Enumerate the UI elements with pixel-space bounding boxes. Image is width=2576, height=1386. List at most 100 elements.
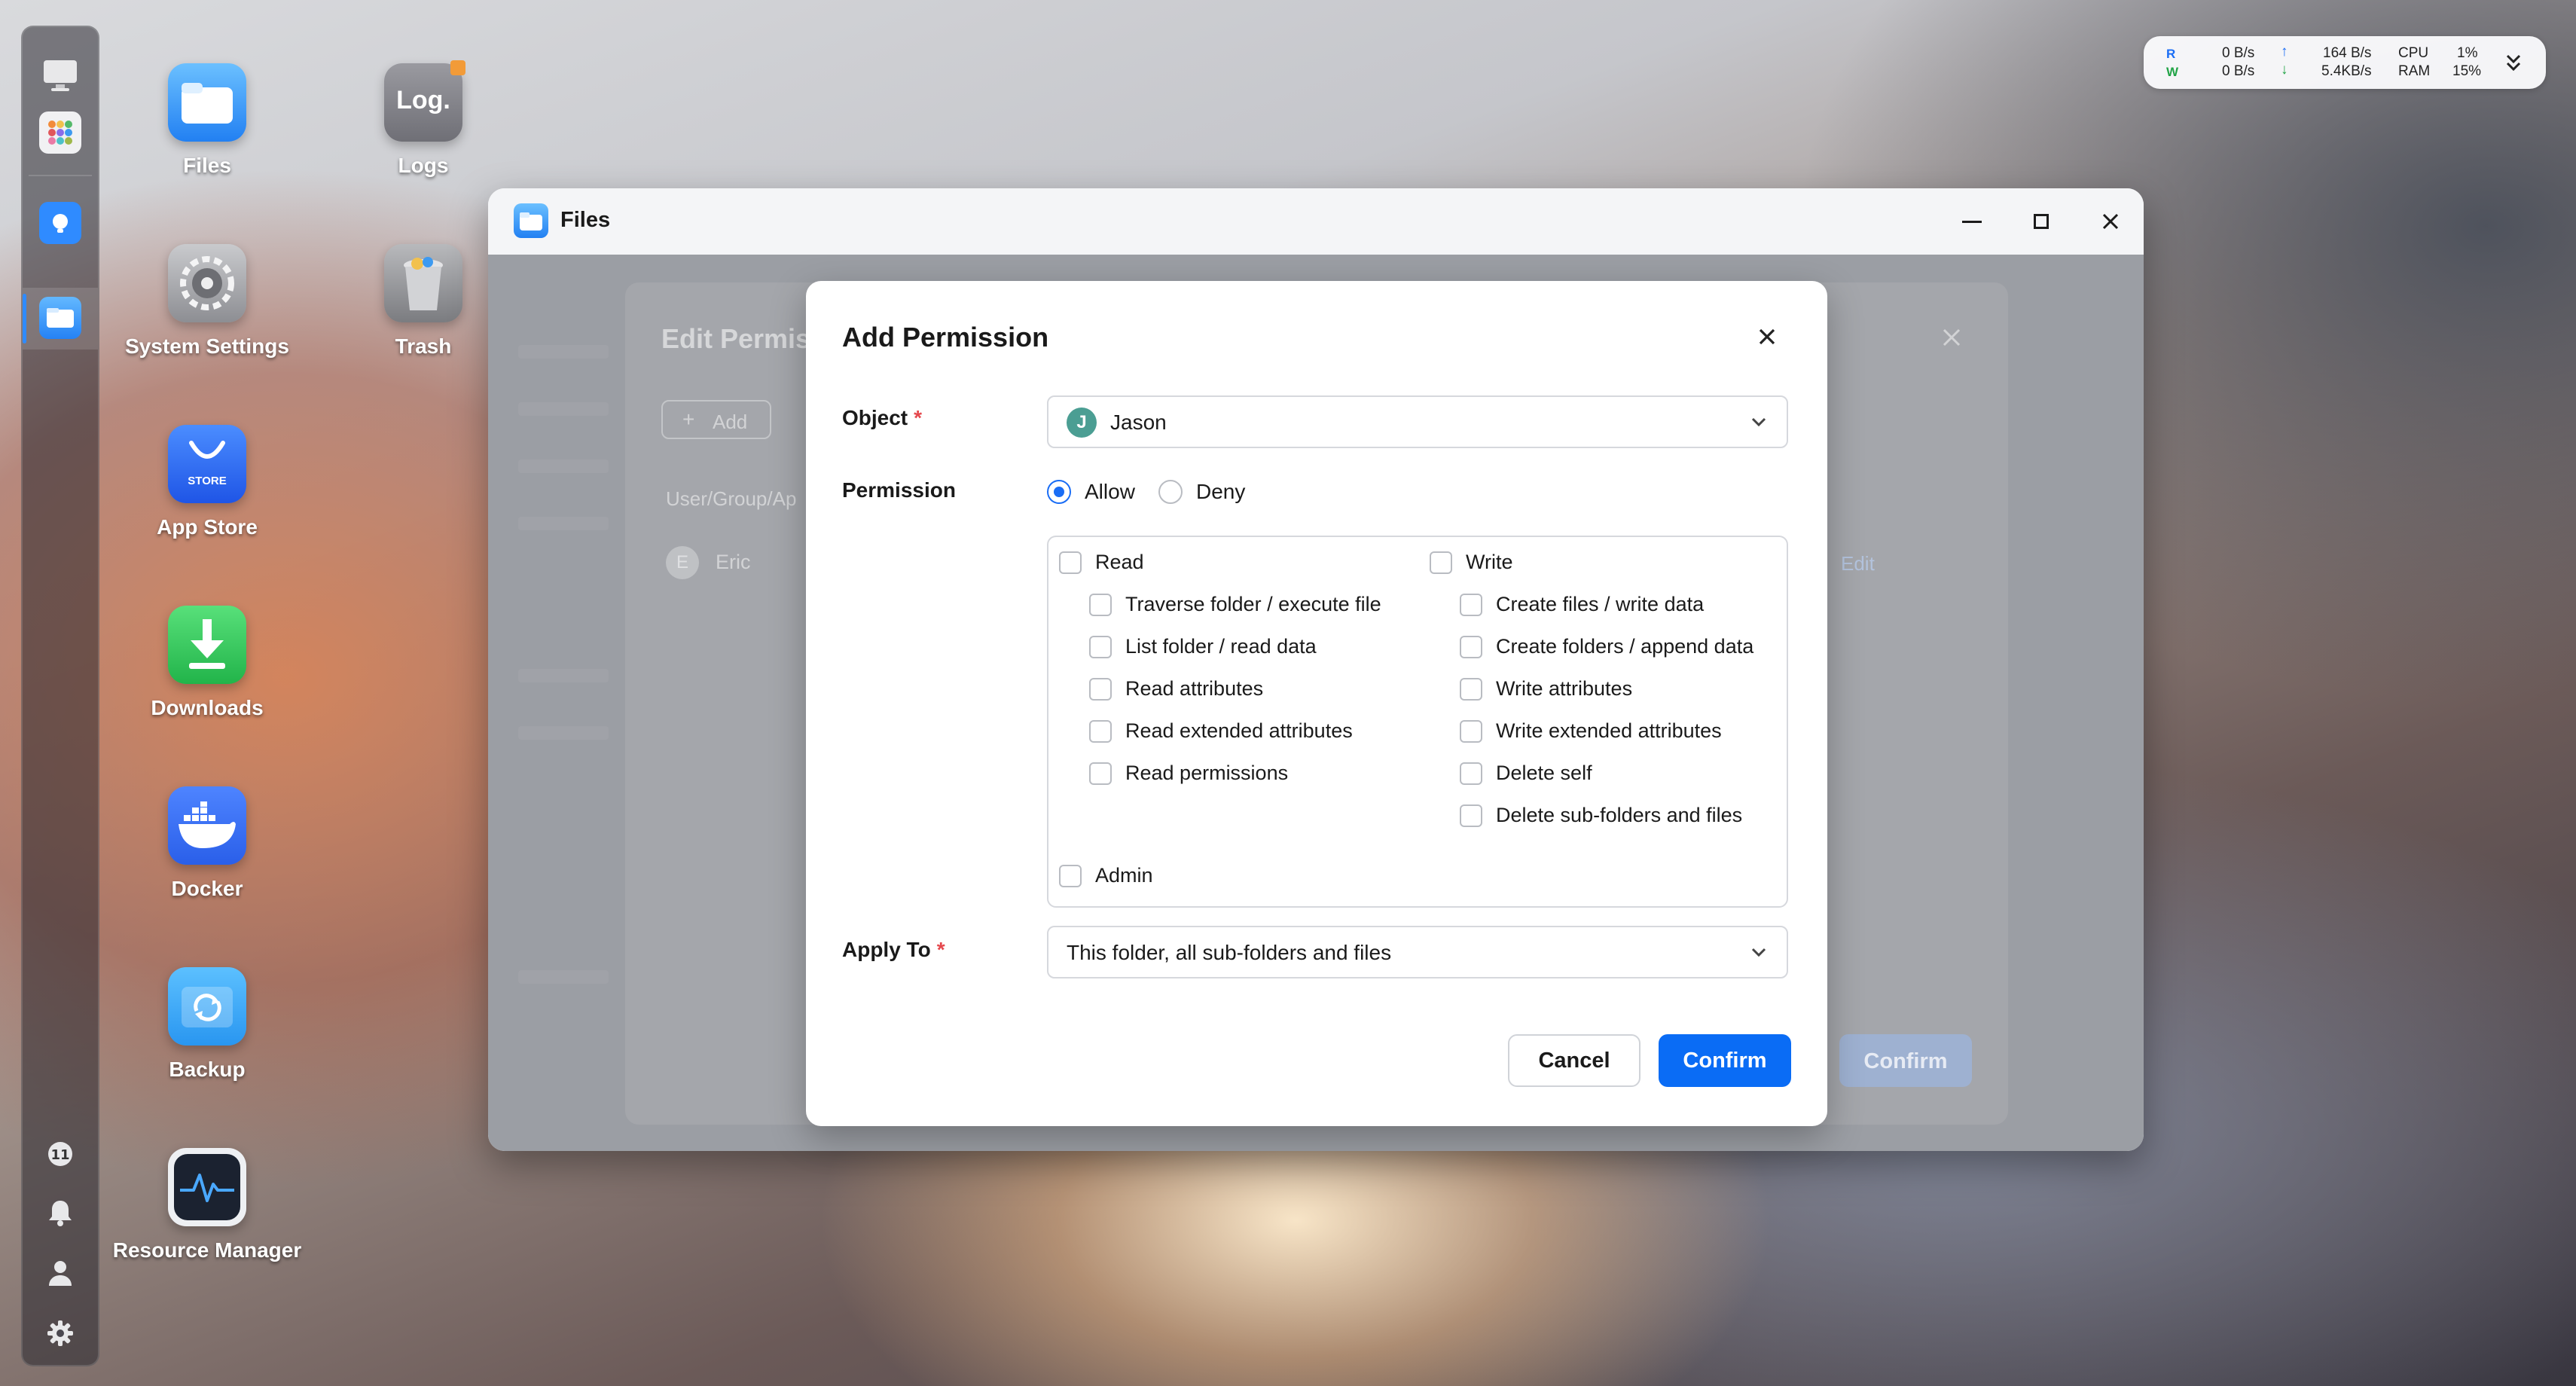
- svg-text:11: 11: [50, 1147, 69, 1163]
- desktop-icon-label: Logs: [398, 154, 449, 177]
- maximize-icon[interactable]: [2025, 205, 2058, 238]
- create-folders-checkbox[interactable]: Create folders / append data: [1460, 635, 1753, 658]
- download-arrow-icon: ↓: [2281, 62, 2288, 78]
- system-stats-widget[interactable]: R W 0 B/s 0 B/s ↑ ↓ 164 B/s 5.4KB/s CPU …: [2144, 36, 2546, 89]
- object-value: Jason: [1110, 411, 1167, 434]
- assistant-icon[interactable]: [39, 202, 81, 244]
- logs-app-icon: Log.: [384, 60, 465, 142]
- delete-self-checkbox[interactable]: Delete self: [1460, 762, 1592, 785]
- checkbox-label: Read extended attributes: [1125, 719, 1353, 742]
- checkbox-label: List folder / read data: [1125, 635, 1317, 658]
- write-attributes-checkbox[interactable]: Write attributes: [1460, 677, 1632, 701]
- radio-unselected-icon: [1158, 480, 1183, 504]
- settings-gear-icon[interactable]: [39, 1312, 81, 1354]
- apply-to-value: This folder, all sub-folders and files: [1067, 941, 1392, 964]
- edit-dialog-title: Edit Permis: [661, 323, 811, 354]
- object-label-text: Object: [842, 406, 908, 429]
- allow-label: Allow: [1085, 480, 1135, 503]
- read-checkbox[interactable]: Read: [1059, 551, 1144, 574]
- dialog-title: Add Permission: [842, 322, 1049, 353]
- admin-checkbox[interactable]: Admin: [1059, 864, 1153, 887]
- desktop-icon-docker[interactable]: Docker: [102, 786, 313, 901]
- edit-row-name: Eric: [716, 551, 751, 573]
- chevron-down-icon: [1751, 417, 1766, 427]
- edit-confirm-button[interactable]: Confirm: [1839, 1034, 1972, 1087]
- checkbox-label: Write extended attributes: [1496, 719, 1722, 742]
- checkbox-label: Create files / write data: [1496, 593, 1705, 615]
- admin-label: Admin: [1095, 864, 1153, 887]
- stat-r-label: R: [2166, 47, 2176, 61]
- stat-ram-value: 15%: [2452, 63, 2482, 79]
- user-icon[interactable]: [39, 1252, 81, 1294]
- edit-add-label: Add: [713, 411, 748, 433]
- launchpad-icon[interactable]: [39, 111, 81, 154]
- delete-subfolders-checkbox[interactable]: Delete sub-folders and files: [1460, 804, 1742, 827]
- desktop-icon-app-store[interactable]: STORE App Store: [102, 425, 313, 539]
- create-files-checkbox[interactable]: Create files / write data: [1460, 593, 1704, 616]
- apply-to-label-text: Apply To: [842, 938, 931, 961]
- plus-icon: +: [682, 408, 695, 431]
- deny-radio[interactable]: Deny: [1158, 480, 1245, 504]
- desktop-icon-label: Backup: [169, 1058, 246, 1081]
- expand-chevron-icon[interactable]: [2504, 53, 2523, 74]
- add-permission-dialog: Add Permission Object * J Jason Permissio…: [806, 281, 1827, 1126]
- desktop-icon-label: App Store: [157, 515, 258, 539]
- close-icon[interactable]: [1747, 317, 1787, 356]
- bell-icon[interactable]: [39, 1192, 81, 1234]
- desktop-icon-label: Resource Manager: [112, 1238, 302, 1262]
- apply-to-select[interactable]: This folder, all sub-folders and files: [1047, 926, 1788, 978]
- minimize-icon[interactable]: [1955, 205, 1988, 238]
- resource-monitor-icon: [168, 1148, 246, 1226]
- checkbox-label: Read permissions: [1125, 762, 1289, 784]
- read-extended-attributes-checkbox[interactable]: Read extended attributes: [1089, 719, 1353, 743]
- permissions-checkbox-group: Read Traverse folder / execute file List…: [1047, 536, 1788, 908]
- upload-arrow-icon: ↑: [2281, 44, 2288, 60]
- monitor-icon[interactable]: [39, 54, 81, 96]
- desktop-icon-system-settings[interactable]: System Settings: [102, 244, 313, 359]
- stat-cpu-label: CPU: [2398, 45, 2429, 61]
- desktop-icon-backup[interactable]: Backup: [102, 967, 313, 1082]
- cancel-button[interactable]: Cancel: [1508, 1034, 1641, 1087]
- edit-confirm-label: Confirm: [1863, 1049, 1948, 1073]
- apply-to-label: Apply To *: [842, 938, 945, 962]
- files-dock-icon[interactable]: [39, 297, 81, 339]
- desktop-icon-files[interactable]: Files: [102, 63, 313, 178]
- traverse-folder-checkbox[interactable]: Traverse folder / execute file: [1089, 593, 1381, 616]
- desktop-icon-resource-manager[interactable]: Resource Manager: [102, 1148, 313, 1262]
- edit-row-edit-link[interactable]: Edit: [1841, 552, 1875, 575]
- object-select[interactable]: J Jason: [1047, 395, 1788, 448]
- stat-ram-label: RAM: [2398, 63, 2431, 79]
- store-badge: STORE: [188, 475, 227, 487]
- confirm-button[interactable]: Confirm: [1659, 1034, 1791, 1087]
- checkbox-label: Create folders / append data: [1496, 635, 1754, 658]
- download-icon: [168, 606, 246, 684]
- window-titlebar[interactable]: Files: [488, 188, 2144, 255]
- desktop-icon-downloads[interactable]: Downloads: [102, 606, 313, 720]
- edit-close-icon[interactable]: [1942, 328, 1961, 347]
- read-permissions-checkbox[interactable]: Read permissions: [1089, 762, 1288, 785]
- checkbox-label: Write attributes: [1496, 677, 1633, 700]
- write-extended-attributes-checkbox[interactable]: Write extended attributes: [1460, 719, 1722, 743]
- edit-add-button[interactable]: + Add: [661, 400, 771, 439]
- trash-icon: [384, 244, 462, 322]
- write-checkbox[interactable]: Write: [1430, 551, 1513, 574]
- allow-radio[interactable]: Allow: [1047, 480, 1135, 504]
- checkbox-label: Read attributes: [1125, 677, 1264, 700]
- desktop-icon-label: Files: [183, 154, 231, 177]
- list-folder-checkbox[interactable]: List folder / read data: [1089, 635, 1317, 658]
- read-attributes-checkbox[interactable]: Read attributes: [1089, 677, 1263, 701]
- desktop-icon-logs[interactable]: Log. Logs: [318, 60, 529, 178]
- read-label: Read: [1095, 551, 1144, 573]
- stat-down-value: 5.4KB/s: [2321, 63, 2372, 79]
- window-title: Files: [560, 208, 611, 232]
- stat-up-value: 164 B/s: [2323, 45, 2372, 61]
- close-window-icon[interactable]: [2094, 205, 2127, 238]
- dock-divider: [29, 175, 92, 176]
- write-label: Write: [1466, 551, 1513, 573]
- desktop-icon-label: System Settings: [125, 334, 289, 358]
- edit-column-header: User/Group/Ap: [666, 487, 797, 510]
- app-store-icon: STORE: [168, 425, 246, 503]
- desktop-icon-label: Downloads: [151, 696, 264, 719]
- files-window-icon: [514, 203, 548, 238]
- storage-icon[interactable]: 11: [39, 1133, 81, 1175]
